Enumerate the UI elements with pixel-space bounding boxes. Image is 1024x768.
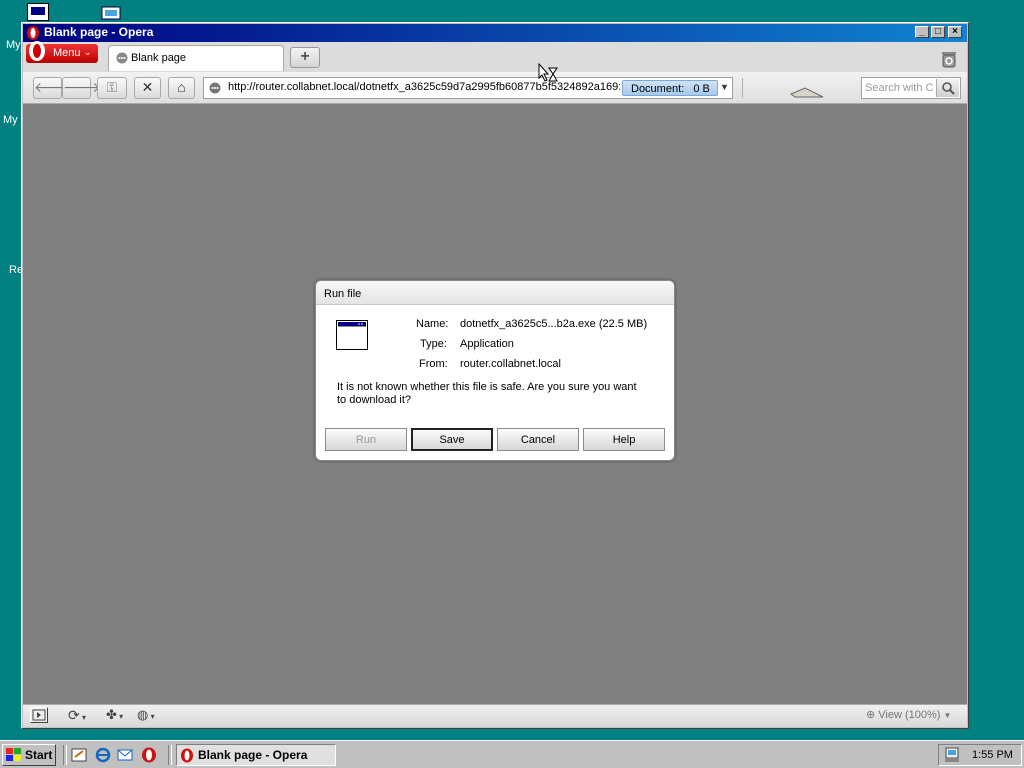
from-value: router.collabnet.local [460,358,561,370]
arrow-right-icon: 🡒 [63,79,101,95]
status-bar [23,704,967,727]
plus-icon: + [300,48,310,65]
stop-x-icon: ✕ [141,79,154,95]
desktop-label-2: My [3,114,18,126]
search-placeholder: Search with C [865,82,934,94]
taskbar-task-opera[interactable]: Blank page - Opera [176,744,336,766]
opera-quicklaunch-icon[interactable] [141,747,157,763]
document-size-badge: Document: 0 B [622,80,718,96]
search-button[interactable] [936,79,959,97]
help-button[interactable]: Help [583,428,665,451]
turbo-button[interactable]: ✤ ▾ [106,707,123,723]
site-info-icon [209,82,221,94]
task-label: Blank page - Opera [198,748,308,762]
cancel-button[interactable]: Cancel [497,428,579,451]
run-button[interactable]: Run [325,428,407,451]
address-url: http://router.collabnet.local/dotnetfx_a… [228,81,620,93]
new-tab-button[interactable]: + [290,47,320,68]
zoom-icon: ⊕ [866,709,876,721]
quicklaunch-separator [63,745,67,765]
opera-task-icon [181,748,193,763]
desktop-icon-network[interactable] [98,3,121,21]
toolbar-separator [742,78,743,98]
menu-chevron-icon: ⌄ [84,47,92,57]
close-icon: × [952,26,958,37]
dialog-header[interactable] [316,281,674,305]
sync-button[interactable]: ⟳ ▾ [68,707,86,724]
turbo-icon: ✤ [106,707,117,722]
close-button[interactable]: × [948,26,962,38]
zoom-label: View (100%) [878,709,941,721]
key-icon: ⚿ [106,79,118,95]
desktop-icon-computer[interactable] [27,3,49,21]
minimize-icon: _ [919,26,925,37]
type-value: Application [460,338,514,350]
show-desktop-icon[interactable] [71,747,87,763]
taskbar-separator [168,745,172,765]
unite-icon: ◍ [137,707,149,722]
start-button[interactable]: Start [2,744,56,766]
clock: 1:55 PM [972,749,1013,761]
name-label: Name: [416,318,449,330]
sync-icon: ⟳ [68,707,80,723]
speed-dial-preview [789,84,825,98]
zoom-control[interactable]: ⊕ View (100%) ▼ [866,708,951,721]
maximize-button[interactable]: □ [931,26,945,38]
save-button[interactable]: Save [411,428,493,451]
menu-label: Menu [53,47,81,59]
name-value: dotnetfx_a3625c5...b2a.exe (22.5 MB) [460,318,648,330]
busy-cursor-icon [537,62,559,86]
stop-button[interactable]: ✕ [134,77,161,99]
panel-icon [32,709,46,721]
warning-message-line2: to download it? [337,394,411,406]
opera-title-icon [26,25,40,41]
opera-menu-button[interactable]: Menu ⌄ [26,41,98,63]
type-label: Type: [420,338,447,350]
home-icon: ⌂ [177,79,186,95]
unite-button[interactable]: ◍ ▾ [137,707,155,723]
trash-icon[interactable] [939,48,959,68]
search-icon [942,82,955,95]
title-bar[interactable] [23,24,967,42]
home-button[interactable]: ⌂ [168,77,195,99]
address-dropdown-icon[interactable]: ▼ [720,82,729,92]
warning-message-line1: It is not known whether this file is saf… [337,381,637,393]
opera-logo-icon [29,41,45,61]
tray-network-icon[interactable] [944,747,960,763]
desktop-label-1: My [6,39,21,51]
forward-button[interactable]: 🡒 [62,77,101,99]
outlook-express-icon[interactable] [117,747,133,763]
page-globe-icon [116,52,128,64]
windows-logo-icon [6,748,21,761]
window-title: Blank page - Opera [44,25,154,39]
internet-explorer-icon[interactable] [95,747,111,763]
application-file-icon [336,320,368,350]
document-size-label: Document: 0 B [631,83,710,95]
search-input[interactable]: Search with C [861,77,961,99]
tab-title: Blank page [131,52,187,64]
from-label: From: [419,358,448,370]
tab-blank-page[interactable]: Blank page [108,45,284,71]
back-button[interactable]: 🡐 [33,77,72,99]
panel-toggle-button[interactable] [30,707,48,723]
wand-key-button[interactable]: ⚿ [97,77,127,99]
minimize-button[interactable]: _ [915,26,929,38]
dialog-title: Run file [324,288,362,300]
start-label: Start [25,748,53,762]
maximize-icon: □ [934,26,942,37]
